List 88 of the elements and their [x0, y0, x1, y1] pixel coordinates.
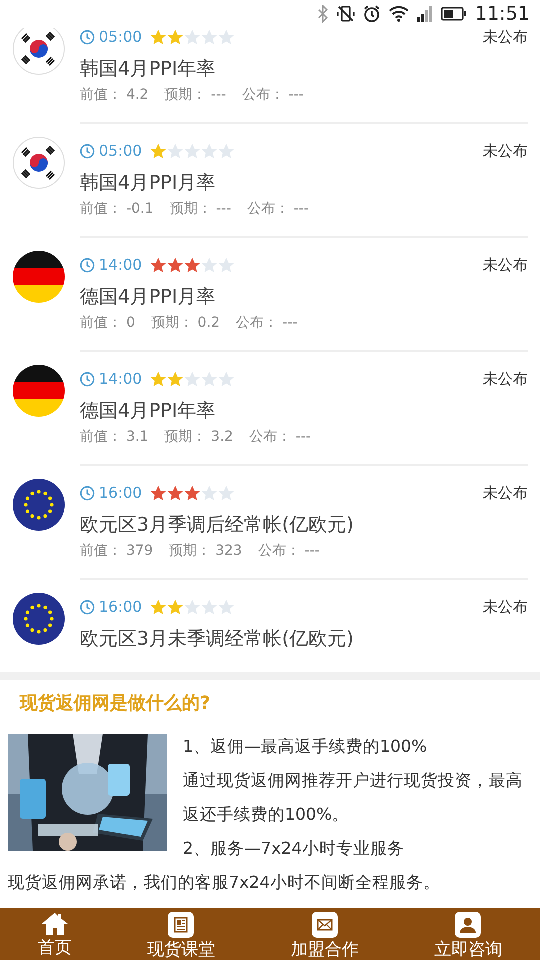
nav-tab[interactable]: 首页 [38, 908, 72, 960]
star-icon [167, 256, 184, 274]
star-icon [184, 256, 202, 274]
flag-icon [13, 137, 65, 189]
star-icon [167, 28, 184, 46]
star-icon [167, 484, 184, 502]
star-icon [184, 484, 202, 502]
battery-icon [441, 7, 468, 21]
event-status: 未公布 [483, 369, 528, 390]
star-icon [201, 598, 218, 616]
nav-tab[interactable]: 立即咨询 [434, 908, 502, 960]
star-icon [218, 28, 236, 46]
star-icon [201, 142, 218, 160]
user-icon [455, 912, 482, 938]
clock-icon [80, 372, 95, 387]
star-icon [201, 370, 218, 388]
event-detail: 前值： 379 [80, 542, 154, 561]
vibrate-off-icon [337, 5, 356, 23]
star-icon [201, 28, 218, 46]
event-detail: 前值： 0 [80, 314, 136, 333]
newspaper-icon [168, 912, 194, 938]
clock-icon [80, 258, 95, 273]
event-status: 未公布 [483, 597, 528, 618]
star-icon [201, 256, 218, 274]
event-detail: 公布： --- [249, 428, 312, 447]
star-icon [218, 598, 236, 616]
star-icon [201, 484, 218, 502]
alarm-icon [363, 5, 382, 23]
event-time: 14:00 [80, 368, 142, 390]
event-status: 未公布 [483, 483, 528, 504]
status-time: 11:51 [475, 2, 530, 27]
event-detail: 前值： 4.2 [80, 86, 149, 105]
event-title: 德国4月PPI年率 [80, 398, 217, 424]
star-icon [184, 598, 202, 616]
event-time: 05:00 [80, 140, 142, 162]
event-detail: 前值： 3.1 [80, 428, 149, 447]
event-time: 14:00 [80, 254, 142, 276]
flag-icon [13, 479, 65, 531]
event-time: 16:00 [80, 482, 142, 504]
star-icon [218, 484, 236, 502]
event-title: 德国4月PPI月率 [80, 284, 217, 310]
paragraph: 现货返佣网承诺，我们的客服7x24小时不间断全程服务。 [7, 872, 442, 894]
paragraph: 通过现货返佣网推荐开户进行现货投资，最高返还手续费的100%。 [183, 770, 524, 826]
event-status: 未公布 [483, 141, 528, 162]
event-detail: 预期： 323 [169, 542, 242, 561]
home-icon [40, 912, 69, 936]
clock-icon [80, 144, 95, 159]
clock-icon [80, 486, 95, 501]
star-icon [218, 256, 236, 274]
nav-tab[interactable]: 现货课堂 [147, 908, 216, 960]
event-detail: 公布： --- [258, 542, 320, 561]
flag-icon [13, 365, 65, 417]
event-detail: 预期： --- [164, 86, 226, 105]
event-detail: 公布： --- [242, 86, 304, 105]
star-icon [167, 142, 184, 160]
paragraph: 1、返佣—最高返手续费的100% [183, 736, 428, 758]
star-icon [184, 370, 202, 388]
paragraph: 2、服务—7x24小时专业服务 [183, 838, 406, 860]
event-title: 欧元区3月未季调经常帐(亿欧元) [80, 626, 355, 652]
event-time: 16:00 [80, 596, 142, 618]
star-icon [184, 28, 202, 46]
event-title: 韩国4月PPI月率 [80, 170, 217, 196]
event-detail: 预期： 3.2 [164, 428, 234, 447]
event-title: 欧元区3月季调后经常帐(亿欧元) [80, 512, 355, 538]
signal-icon [417, 6, 434, 22]
event-detail: 前值： -0.1 [80, 200, 154, 219]
mail-icon [312, 912, 338, 938]
star-icon [184, 142, 202, 160]
section-title: 现货返佣网是做什么的? [18, 692, 212, 716]
star-icon [218, 142, 236, 160]
event-detail: 预期： --- [170, 200, 232, 219]
flag-icon [13, 593, 65, 645]
clock-icon [80, 600, 95, 615]
bluetooth-icon [317, 5, 330, 23]
event-status: 未公布 [483, 28, 528, 48]
star-icon [167, 598, 184, 616]
clock-icon [80, 30, 95, 45]
event-detail: 公布： --- [236, 314, 298, 333]
event-title: 韩国4月PPI年率 [80, 56, 217, 82]
wifi-icon [389, 6, 410, 22]
star-icon [167, 370, 184, 388]
event-time: 05:00 [80, 28, 142, 48]
flag-icon [13, 251, 65, 303]
nav-tab[interactable]: 加盟合作 [290, 908, 359, 960]
event-status: 未公布 [483, 255, 528, 276]
star-icon [218, 370, 236, 388]
event-detail: 预期： 0.2 [151, 314, 220, 333]
event-detail: 公布： --- [247, 200, 309, 219]
